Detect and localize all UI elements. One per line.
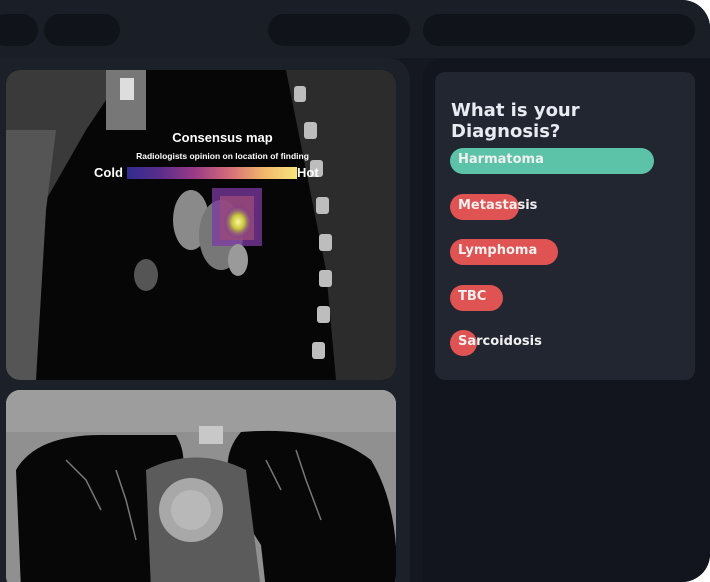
heat-gradient-legend	[127, 167, 297, 179]
consensus-map-overlay: Consensus map Radiologists opinion on lo…	[94, 130, 325, 190]
option-label: Lymphoma	[458, 243, 538, 258]
diagnosis-question: What is your Diagnosis?	[451, 100, 580, 142]
option-label: Metastasis	[458, 198, 538, 213]
ct-scan-axial[interactable]	[6, 390, 396, 582]
consensus-map-title: Consensus map	[172, 130, 273, 145]
hot-label: Hot	[297, 165, 319, 180]
ct-sagittal-image	[6, 70, 396, 380]
top-pill-4[interactable]	[423, 14, 695, 46]
ct-axial-image	[6, 390, 396, 582]
diagnosis-option-metastasis[interactable]: Metastasis	[450, 194, 654, 220]
option-label: Sarcoidosis	[458, 334, 542, 349]
diagnosis-option-tbc[interactable]: TBC	[450, 285, 654, 311]
option-label: TBC	[458, 289, 487, 304]
ct-scan-sagittal[interactable]	[6, 70, 396, 380]
diagnosis-option-harmatoma[interactable]: Harmatoma	[450, 148, 654, 174]
diagnosis-card: What is your Diagnosis? Harmatoma Metast…	[435, 72, 695, 380]
top-pill-2[interactable]	[44, 14, 120, 46]
consensus-map-subtitle: Radiologists opinion on location of find…	[136, 151, 309, 161]
top-pill-1[interactable]	[0, 14, 38, 46]
diagnosis-option-sarcoidosis[interactable]: Sarcoidosis	[450, 330, 654, 356]
option-label: Harmatoma	[458, 152, 544, 167]
diagnosis-option-lymphoma[interactable]: Lymphoma	[450, 239, 654, 265]
app-window: Consensus map Radiologists opinion on lo…	[0, 0, 710, 582]
cold-label: Cold	[94, 165, 123, 180]
top-bar	[0, 0, 710, 58]
top-pill-3[interactable]	[268, 14, 410, 46]
